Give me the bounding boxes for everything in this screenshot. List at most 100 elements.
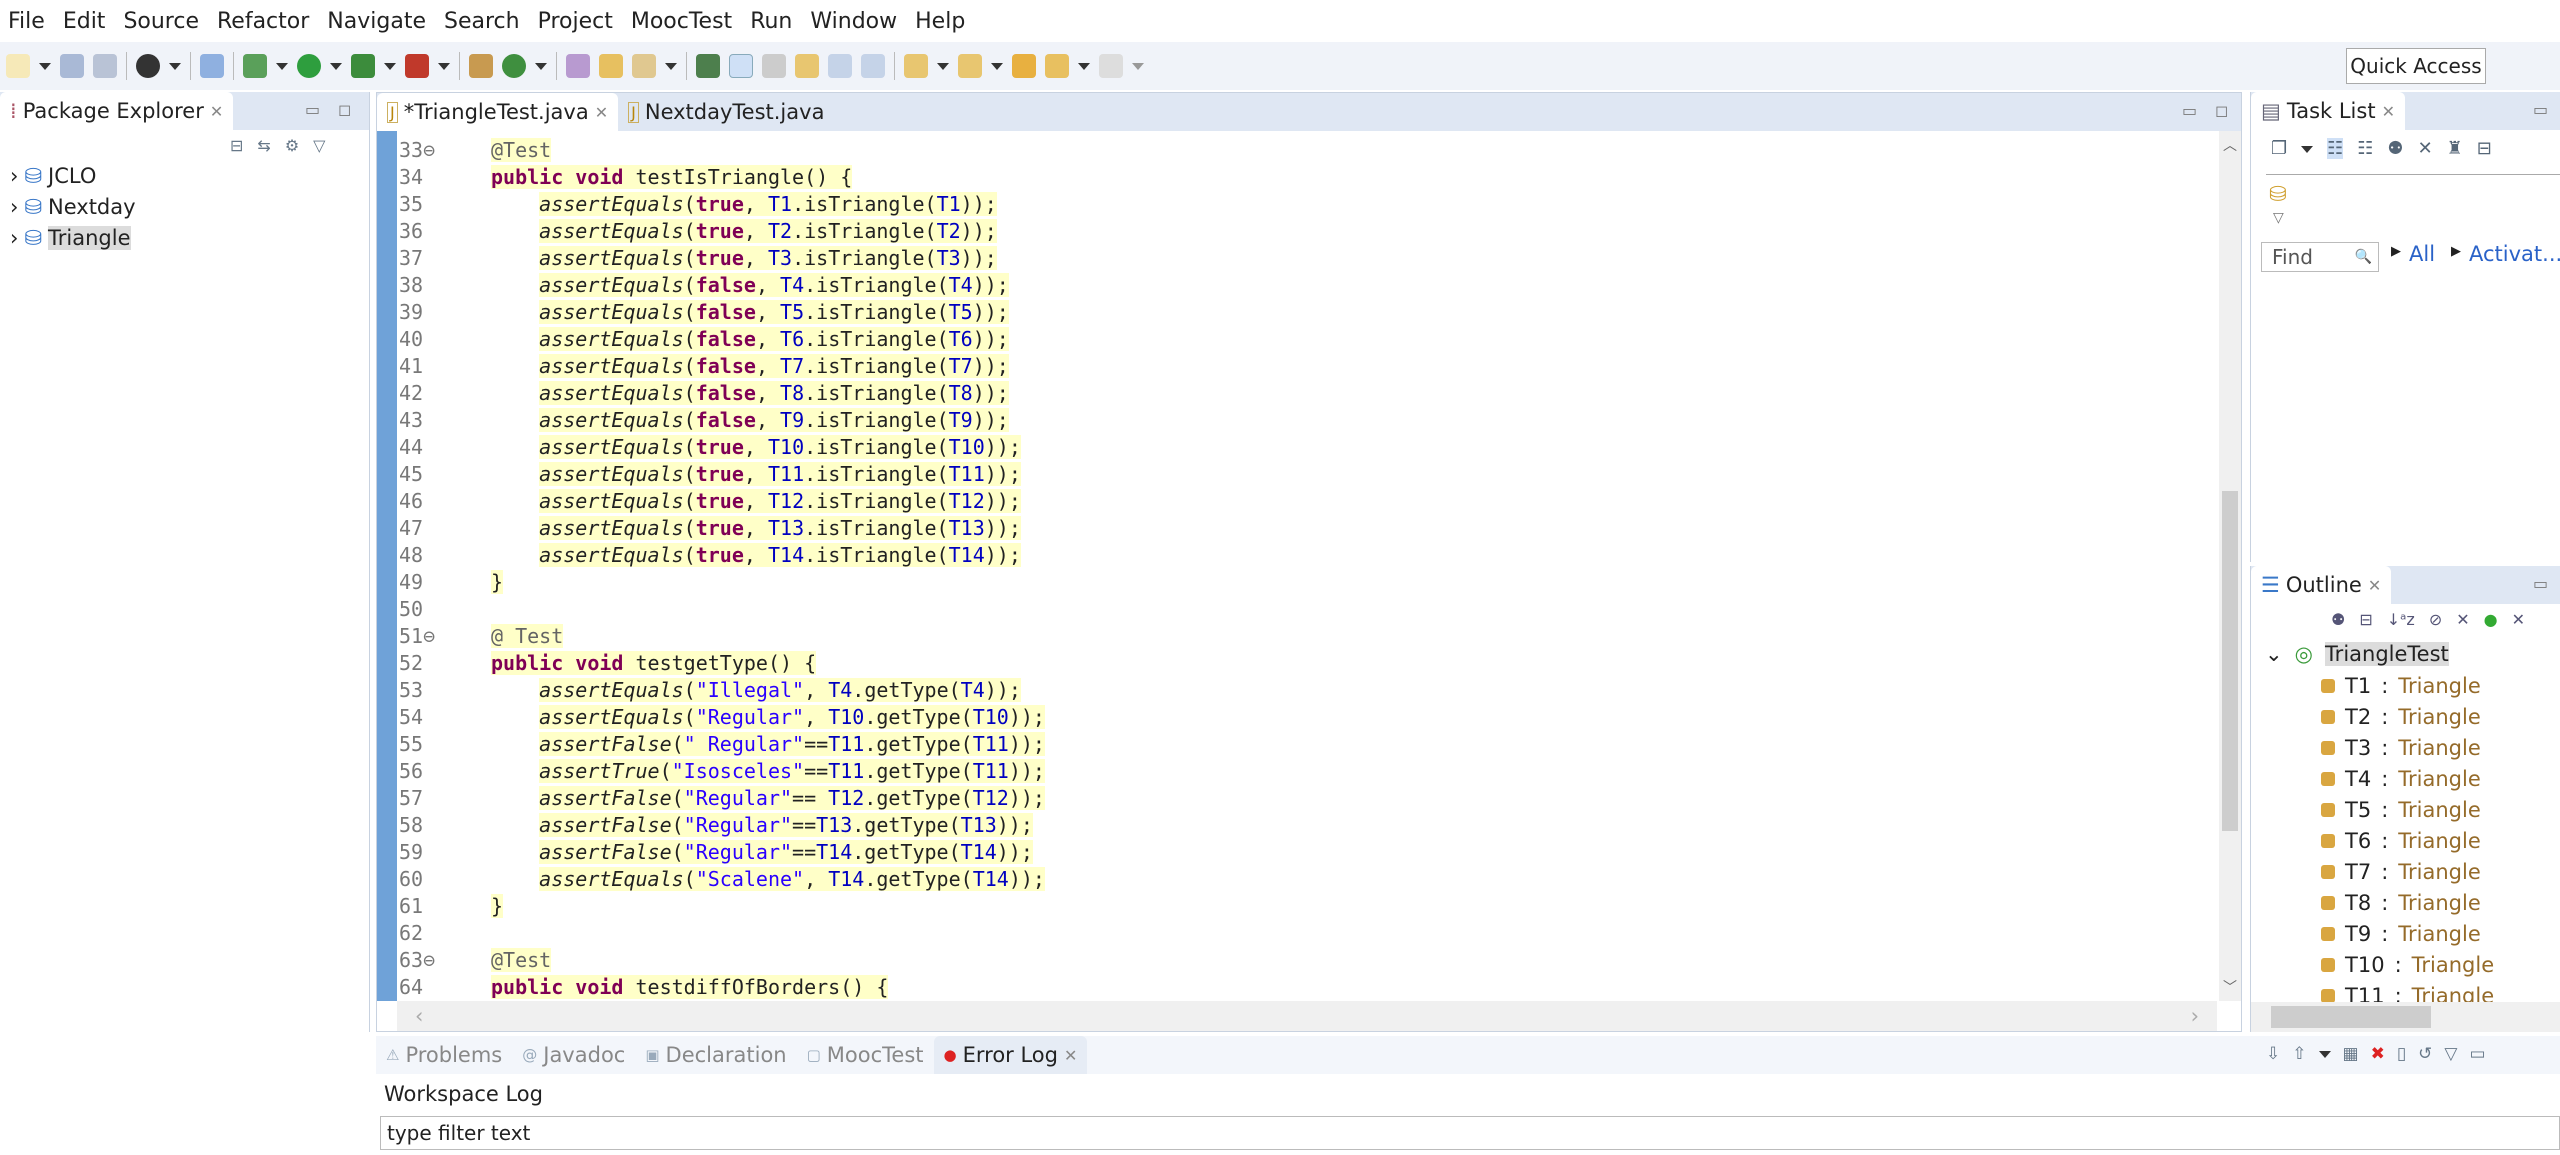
tab-nextdaytestjava[interactable]: J NextdayTest.java (618, 93, 834, 131)
coverage-icon[interactable] (351, 54, 375, 78)
project-item[interactable]: › ⛁ Nextday (10, 195, 136, 219)
code-line[interactable]: 41 assertEquals(false, T7.isTriangle(T7)… (377, 353, 2207, 380)
vertical-scrollbar[interactable]: ︿ ﹀ (2219, 131, 2241, 1001)
paragraph-icon[interactable] (861, 54, 885, 78)
code-line[interactable]: 55 assertFalse(" Regular"==T11.getType(T… (377, 731, 2207, 758)
maximize-icon[interactable]: ◻ (2215, 101, 2228, 120)
close-icon[interactable]: ✕ (595, 103, 608, 122)
outline-field[interactable]: T3: Triangle (2321, 736, 2481, 760)
outline-field[interactable]: T6: Triangle (2321, 829, 2481, 853)
view-menu-icon[interactable]: ▽ (2444, 1044, 2457, 1064)
chevron-right-icon[interactable]: › (10, 195, 18, 219)
code-line[interactable]: 37 assertEquals(true, T3.isTriangle(T3))… (377, 245, 2207, 272)
save-all-icon[interactable] (93, 54, 117, 78)
skip-breakpoints-icon[interactable] (200, 54, 224, 78)
code-line[interactable]: 39 assertEquals(false, T5.isTriangle(T5)… (377, 299, 2207, 326)
minimize-icon[interactable]: ▭ (305, 100, 320, 119)
maximize-icon[interactable]: ◻ (338, 100, 351, 119)
prev-edit-icon[interactable] (958, 54, 982, 78)
code-line[interactable]: 60 assertEquals("Scalene", T14.getType(T… (377, 866, 2207, 893)
link-editor-icon[interactable]: ⇆ (257, 136, 270, 155)
scroll-right-icon[interactable]: › (2191, 1004, 2199, 1028)
show-whitespace-icon[interactable] (828, 54, 852, 78)
code-line[interactable]: 40 assertEquals(false, T6.isTriangle(T6)… (377, 326, 2207, 353)
new-icon[interactable] (6, 54, 30, 78)
code-line[interactable]: 58 assertFalse("Regular"==T13.getType(T1… (377, 812, 2207, 839)
back-icon[interactable] (1045, 54, 1069, 78)
code-line[interactable]: 34 public void testIsTriangle() { (377, 164, 2207, 191)
menu-navigate[interactable]: Navigate (327, 9, 426, 34)
last-edit-icon[interactable] (1012, 54, 1036, 78)
tab-problems[interactable]: ⚠ Problems (376, 1036, 512, 1074)
find-input[interactable]: Find 🔍 (2261, 242, 2379, 272)
hide-fields-icon[interactable]: ⊘ (2429, 610, 2442, 629)
search-tool-icon[interactable] (632, 54, 656, 78)
filter-icon[interactable]: ⚉ (2331, 610, 2345, 629)
hide-local-icon[interactable]: ✕ (2512, 610, 2525, 629)
project-item[interactable]: › ⛁ Triangle (10, 226, 131, 250)
next-edit-icon[interactable] (904, 54, 928, 78)
clear-log-icon[interactable]: ▦ (2343, 1044, 2359, 1064)
outline-field[interactable]: T8: Triangle (2321, 891, 2481, 915)
code-line[interactable]: 33⊖ @Test (377, 137, 2207, 164)
menu-refactor[interactable]: Refactor (217, 9, 309, 34)
tab-error-log[interactable]: ● Error Log ✕ (933, 1036, 1088, 1074)
sort-icon[interactable]: ↓ᵃz (2387, 610, 2415, 629)
quick-access-field[interactable]: Quick Access (2346, 48, 2486, 84)
code-line[interactable]: 57 assertFalse("Regular"== T12.getType(T… (377, 785, 2207, 812)
chevron-right-icon[interactable]: › (10, 226, 18, 250)
code-line[interactable]: 46 assertEquals(true, T12.isTriangle(T12… (377, 488, 2207, 515)
open-folder-icon[interactable] (599, 54, 623, 78)
minimize-icon[interactable]: ▭ (2470, 1044, 2486, 1064)
code-line[interactable]: 64 public void testdiffOfBorders() { (377, 974, 2207, 1001)
menu-help[interactable]: Help (915, 9, 965, 34)
scheduled-icon[interactable]: ☷ (2357, 138, 2373, 159)
forward-icon[interactable] (1099, 54, 1123, 78)
import-log-icon[interactable]: ⇧ (2292, 1044, 2306, 1064)
outline-field[interactable]: T9: Triangle (2321, 922, 2481, 946)
outline-field[interactable]: T5: Triangle (2321, 798, 2481, 822)
categorized-icon[interactable]: ☷ (2327, 138, 2344, 159)
code-line[interactable]: 36 assertEquals(true, T2.isTriangle(T2))… (377, 218, 2207, 245)
filter-icon[interactable]: ⚉ (2387, 138, 2403, 159)
code-line[interactable]: 62 (377, 920, 2207, 947)
all-link[interactable]: All (2409, 242, 2435, 266)
scroll-thumb[interactable] (2271, 1006, 2431, 1028)
chevron-down-icon[interactable]: ⌄ (2265, 642, 2283, 666)
minimize-icon[interactable]: ▭ (2182, 101, 2197, 120)
tab-outline[interactable]: ☰ Outline ✕ (2251, 566, 2392, 604)
code-line[interactable]: 48 assertEquals(true, T14.isTriangle(T14… (377, 542, 2207, 569)
delete-log-icon[interactable]: ✖ (2371, 1044, 2385, 1064)
profile-icon[interactable] (136, 54, 160, 78)
save-icon[interactable] (60, 54, 84, 78)
package-icon[interactable] (469, 54, 493, 78)
minimize-icon[interactable]: ▭ (2533, 100, 2548, 119)
code-line[interactable]: 49} (377, 569, 2207, 596)
code-line[interactable]: 44 assertEquals(true, T10.isTriangle(T10… (377, 434, 2207, 461)
code-line[interactable]: 61} (377, 893, 2207, 920)
export-log-icon[interactable]: ⇩ (2266, 1044, 2280, 1064)
code-line[interactable]: 54 assertEquals("Regular", T10.getType(T… (377, 704, 2207, 731)
close-icon[interactable]: ✕ (1064, 1046, 1077, 1065)
collapse-icon[interactable]: ⊟ (2359, 610, 2372, 629)
code-line[interactable]: 35 assertEquals(true, T1.isTriangle(T1))… (377, 191, 2207, 218)
external-tools-icon[interactable] (405, 54, 429, 78)
debug-icon[interactable] (243, 54, 267, 78)
scroll-left-icon[interactable]: ‹ (415, 1004, 423, 1028)
code-line[interactable]: 59 assertFalse("Regular"==T14.getType(T1… (377, 839, 2207, 866)
code-line[interactable]: 47 assertEquals(true, T13.isTriangle(T13… (377, 515, 2207, 542)
code-line[interactable]: 45 assertEquals(true, T11.isTriangle(T11… (377, 461, 2207, 488)
scroll-down-icon[interactable]: ﹀ (2223, 977, 2237, 997)
view-menu-icon[interactable]: ▽ (313, 136, 325, 155)
outline-root[interactable]: ⌄ ◎ TriangleTest (2265, 642, 2449, 666)
tab-triangletestjava[interactable]: J *TriangleTest.java ✕ (377, 93, 619, 131)
activate-link[interactable]: Activat... (2469, 242, 2560, 266)
tab-declaration[interactable]: ▣ Declaration (635, 1036, 796, 1074)
code-line[interactable]: 38 assertEquals(false, T4.isTriangle(T4)… (377, 272, 2207, 299)
view-menu-icon[interactable]: ▽ (2273, 210, 2284, 226)
code-line[interactable]: 50 (377, 596, 2207, 623)
collapse-all-icon[interactable]: ⊟ (230, 136, 243, 155)
horizontal-scrollbar[interactable]: ‹ › (397, 1001, 2217, 1031)
menu-search[interactable]: Search (444, 9, 520, 34)
hide-static-icon[interactable]: ✕ (2456, 610, 2469, 629)
